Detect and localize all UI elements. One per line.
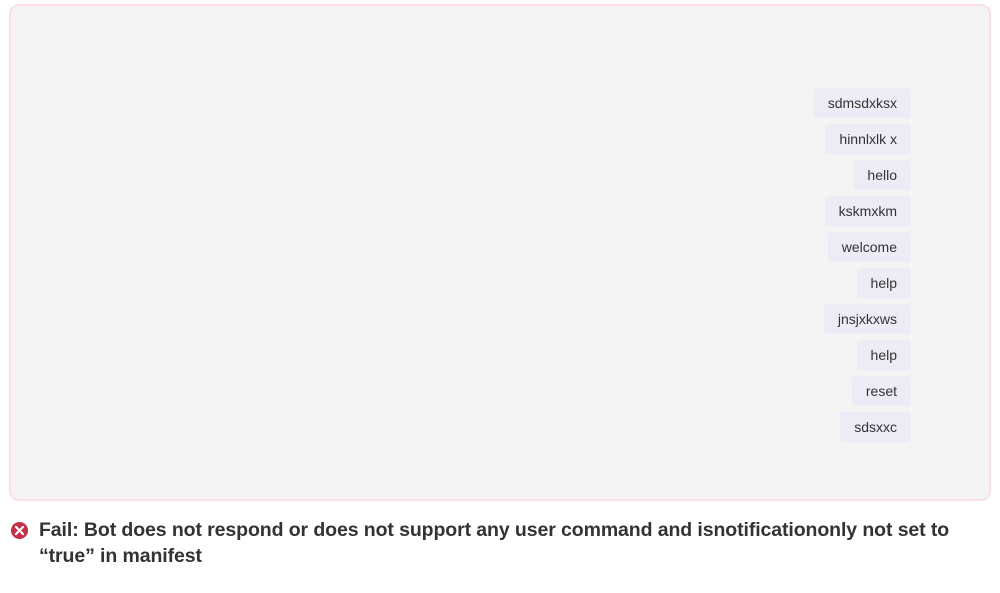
- message-bubble[interactable]: jnsjxkxws: [824, 304, 911, 334]
- error-row: Fail: Bot does not respond or does not s…: [0, 501, 1000, 570]
- error-text: Fail: Bot does not respond or does not s…: [39, 517, 990, 570]
- message-bubble[interactable]: welcome: [828, 232, 911, 262]
- messages-column: sdmsdxksx hinnlxlk x hello kskmxkm welco…: [814, 88, 911, 442]
- message-bubble[interactable]: sdsxxc: [840, 412, 911, 442]
- message-bubble[interactable]: sdmsdxksx: [814, 88, 911, 118]
- error-label: Fail:: [39, 519, 84, 541]
- message-bubble[interactable]: kskmxkm: [825, 196, 911, 226]
- message-bubble[interactable]: hello: [853, 160, 911, 190]
- message-bubble[interactable]: reset: [852, 376, 911, 406]
- message-bubble[interactable]: help: [857, 268, 911, 298]
- message-bubble[interactable]: help: [857, 340, 911, 370]
- error-message: Bot does not respond or does not support…: [39, 519, 949, 567]
- chat-panel: sdmsdxksx hinnlxlk x hello kskmxkm welco…: [9, 4, 991, 501]
- error-icon: [10, 521, 29, 540]
- message-bubble[interactable]: hinnlxlk x: [825, 124, 911, 154]
